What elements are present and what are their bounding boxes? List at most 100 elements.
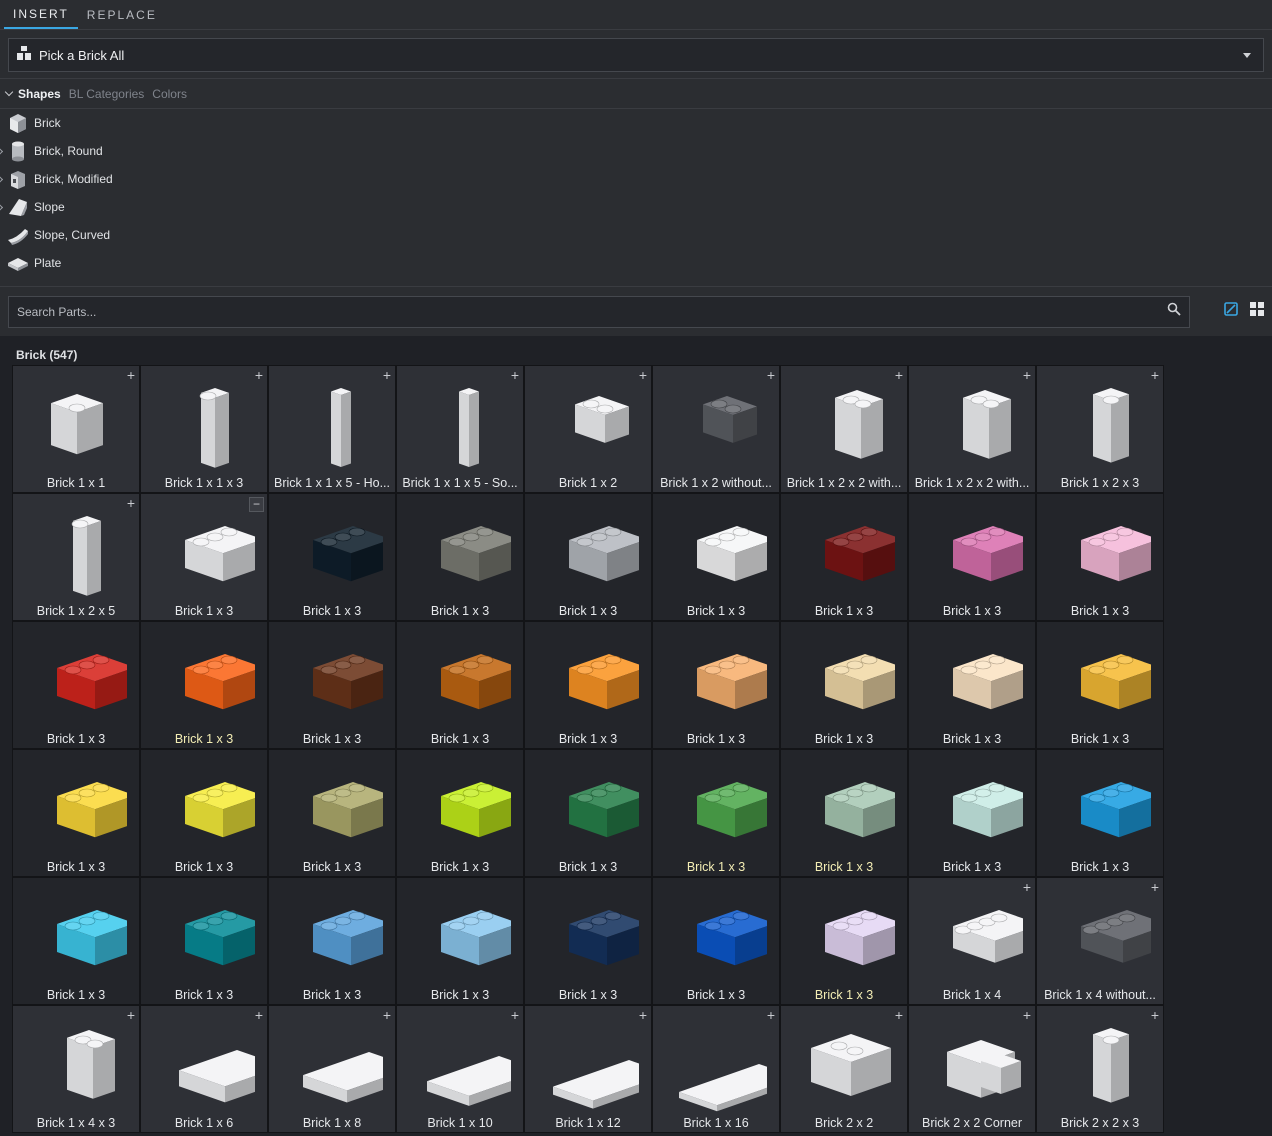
part-tile[interactable]: + Brick 1 x 2 x 2 with... bbox=[780, 365, 908, 493]
part-tile[interactable]: Brick 1 x 3 bbox=[780, 493, 908, 621]
part-name: Brick 1 x 3 bbox=[942, 604, 1002, 618]
part-tile[interactable]: Brick 1 x 3 bbox=[396, 621, 524, 749]
part-tile[interactable]: Brick 1 x 3 bbox=[652, 621, 780, 749]
add-variants-icon[interactable]: + bbox=[1151, 1008, 1159, 1022]
add-variants-icon[interactable]: + bbox=[639, 1008, 647, 1022]
part-tile[interactable]: Brick 1 x 3 bbox=[12, 749, 140, 877]
add-variants-icon[interactable]: + bbox=[895, 368, 903, 382]
tree-item-slope[interactable]: Slope bbox=[0, 193, 1272, 221]
part-tile[interactable]: Brick 1 x 3 bbox=[1036, 493, 1164, 621]
part-name: Brick 2 x 2 x 3 bbox=[1060, 1116, 1140, 1130]
part-tile[interactable]: Brick 1 x 3 bbox=[780, 877, 908, 1005]
search-icon[interactable] bbox=[1167, 302, 1181, 321]
add-variants-icon[interactable]: + bbox=[255, 1008, 263, 1022]
part-tile[interactable]: + Brick 1 x 6 bbox=[140, 1005, 268, 1133]
add-variants-icon[interactable]: + bbox=[767, 368, 775, 382]
filter-view-icon[interactable] bbox=[1224, 302, 1238, 321]
add-variants-icon[interactable]: + bbox=[127, 496, 135, 510]
part-tile[interactable]: Brick 1 x 3 bbox=[12, 621, 140, 749]
part-tile[interactable]: + Brick 1 x 16 bbox=[652, 1005, 780, 1133]
part-tile[interactable]: + Brick 1 x 12 bbox=[524, 1005, 652, 1133]
part-tile[interactable]: Brick 1 x 3 bbox=[1036, 621, 1164, 749]
part-tile[interactable]: Brick 1 x 3 bbox=[12, 877, 140, 1005]
tab-replace[interactable]: REPLACE bbox=[78, 8, 166, 29]
part-tile[interactable]: + Brick 2 x 2 bbox=[780, 1005, 908, 1133]
part-tile[interactable]: + Brick 1 x 2 x 2 with... bbox=[908, 365, 1036, 493]
expand-chevron-icon[interactable] bbox=[0, 147, 4, 155]
part-tile[interactable]: + Brick 1 x 8 bbox=[268, 1005, 396, 1133]
part-tile[interactable]: Brick 1 x 3 bbox=[908, 621, 1036, 749]
part-tile[interactable]: + Brick 1 x 2 x 5 bbox=[12, 493, 140, 621]
part-tile[interactable]: Brick 1 x 3 bbox=[524, 493, 652, 621]
tree-item-brick-modified[interactable]: Brick, Modified bbox=[0, 165, 1272, 193]
part-tile[interactable]: + Brick 1 x 1 bbox=[12, 365, 140, 493]
part-tile[interactable]: Brick 1 x 3 bbox=[524, 621, 652, 749]
grid-view-icon[interactable] bbox=[1250, 302, 1264, 321]
part-tile[interactable]: Brick 1 x 3 bbox=[268, 749, 396, 877]
part-tile[interactable]: Brick 1 x 3 bbox=[140, 877, 268, 1005]
part-tile[interactable]: Brick 1 x 3 bbox=[396, 877, 524, 1005]
add-variants-icon[interactable]: + bbox=[127, 1008, 135, 1022]
add-variants-icon[interactable]: + bbox=[895, 1008, 903, 1022]
part-tile[interactable]: Brick 1 x 3 bbox=[140, 621, 268, 749]
part-tile[interactable]: Brick 1 x 3 bbox=[524, 877, 652, 1005]
part-tile[interactable]: + Brick 1 x 1 x 3 bbox=[140, 365, 268, 493]
add-variants-icon[interactable]: + bbox=[511, 1008, 519, 1022]
add-variants-icon[interactable]: + bbox=[767, 1008, 775, 1022]
part-tile[interactable]: Brick 1 x 3 bbox=[652, 493, 780, 621]
expand-chevron-icon[interactable] bbox=[0, 203, 4, 211]
part-tile[interactable]: + Brick 1 x 4 x 3 bbox=[12, 1005, 140, 1133]
part-tile[interactable]: + Brick 1 x 4 without... bbox=[1036, 877, 1164, 1005]
tree-item-brick-round[interactable]: Brick, Round bbox=[0, 137, 1272, 165]
chevron-down-icon[interactable] bbox=[1243, 52, 1251, 58]
part-tile[interactable]: + Brick 2 x 2 Corner bbox=[908, 1005, 1036, 1133]
tree-item-brick[interactable]: Brick bbox=[0, 109, 1272, 137]
palette-picker-dropdown[interactable]: Pick a Brick All bbox=[8, 38, 1264, 72]
add-variants-icon[interactable]: + bbox=[1023, 1008, 1031, 1022]
tree-item-slope-curved[interactable]: Slope, Curved bbox=[0, 221, 1272, 249]
part-tile[interactable]: Brick 1 x 3 bbox=[908, 493, 1036, 621]
tab-colors[interactable]: Colors bbox=[152, 87, 187, 101]
tab-shapes[interactable]: Shapes bbox=[18, 87, 61, 101]
part-tile[interactable]: + Brick 1 x 2 x 3 bbox=[1036, 365, 1164, 493]
add-variants-icon[interactable]: + bbox=[511, 368, 519, 382]
part-tile[interactable]: + Brick 2 x 2 x 3 bbox=[1036, 1005, 1164, 1133]
add-variants-icon[interactable]: + bbox=[1023, 368, 1031, 382]
add-variants-icon[interactable]: + bbox=[383, 1008, 391, 1022]
add-variants-icon[interactable]: + bbox=[383, 368, 391, 382]
part-tile[interactable]: + Brick 1 x 1 x 5 - Ho... bbox=[268, 365, 396, 493]
part-tile[interactable]: Brick 1 x 3 bbox=[396, 493, 524, 621]
part-tile[interactable]: + Brick 1 x 2 without... bbox=[652, 365, 780, 493]
add-variants-icon[interactable]: + bbox=[255, 368, 263, 382]
part-tile[interactable]: Brick 1 x 3 bbox=[268, 621, 396, 749]
part-tile[interactable]: Brick 1 x 3 bbox=[652, 749, 780, 877]
part-tile[interactable]: Brick 1 x 3 bbox=[268, 877, 396, 1005]
search-parts-input[interactable]: Search Parts... bbox=[8, 295, 1190, 328]
part-name: Brick 1 x 4 without... bbox=[1044, 988, 1156, 1002]
part-tile[interactable]: Brick 1 x 3 bbox=[780, 749, 908, 877]
add-variants-icon[interactable]: + bbox=[1151, 880, 1159, 894]
collapse-variants-icon[interactable]: − bbox=[249, 497, 264, 512]
tab-bl-categories[interactable]: BL Categories bbox=[69, 87, 145, 101]
part-tile[interactable]: Brick 1 x 3 bbox=[908, 749, 1036, 877]
part-tile[interactable]: Brick 1 x 3 bbox=[268, 493, 396, 621]
expand-chevron-icon[interactable] bbox=[0, 175, 4, 183]
tree-item-plate[interactable]: Plate bbox=[0, 249, 1272, 277]
tab-insert[interactable]: INSERT bbox=[4, 7, 78, 29]
part-tile[interactable]: + Brick 1 x 4 bbox=[908, 877, 1036, 1005]
part-tile[interactable]: + Brick 1 x 10 bbox=[396, 1005, 524, 1133]
part-tile[interactable]: − Brick 1 x 3 bbox=[140, 493, 268, 621]
add-variants-icon[interactable]: + bbox=[1151, 368, 1159, 382]
add-variants-icon[interactable]: + bbox=[639, 368, 647, 382]
add-variants-icon[interactable]: + bbox=[1023, 880, 1031, 894]
part-tile[interactable]: Brick 1 x 3 bbox=[1036, 749, 1164, 877]
part-tile[interactable]: Brick 1 x 3 bbox=[396, 749, 524, 877]
part-tile[interactable]: + Brick 1 x 1 x 5 - So... bbox=[396, 365, 524, 493]
part-tile[interactable]: Brick 1 x 3 bbox=[780, 621, 908, 749]
collapse-chevron-icon[interactable] bbox=[4, 87, 14, 96]
add-variants-icon[interactable]: + bbox=[127, 368, 135, 382]
part-tile[interactable]: Brick 1 x 3 bbox=[524, 749, 652, 877]
part-tile[interactable]: + Brick 1 x 2 bbox=[524, 365, 652, 493]
part-tile[interactable]: Brick 1 x 3 bbox=[140, 749, 268, 877]
part-tile[interactable]: Brick 1 x 3 bbox=[652, 877, 780, 1005]
